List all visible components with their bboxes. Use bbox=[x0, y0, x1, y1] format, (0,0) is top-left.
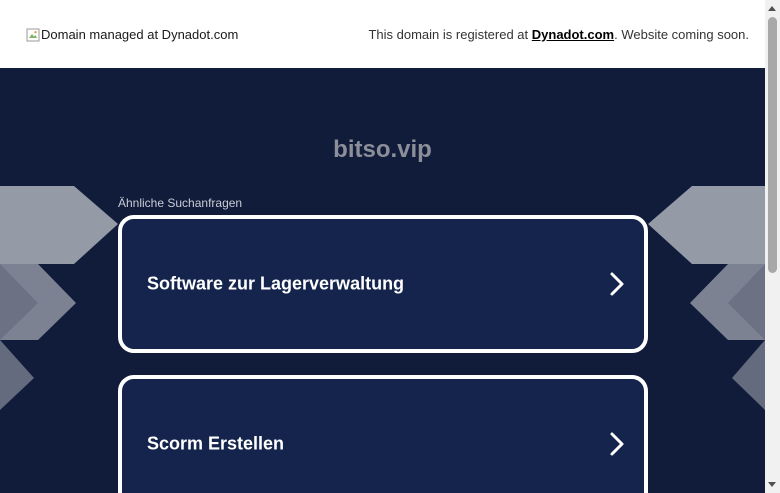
vertical-scrollbar[interactable] bbox=[765, 0, 780, 493]
related-searches-label: Ähnliche Suchanfragen bbox=[118, 196, 243, 210]
search-result-card[interactable]: Software zur Lagerverwaltung bbox=[118, 215, 648, 353]
domain-title: bitso.vip bbox=[333, 136, 432, 163]
scrollbar-thumb[interactable] bbox=[768, 17, 777, 273]
scroll-up-arrow-icon[interactable] bbox=[768, 6, 776, 11]
search-result-label: Scorm Erstellen bbox=[147, 433, 285, 454]
search-result-card[interactable]: Scorm Erstellen bbox=[118, 375, 648, 493]
chevron-right-icon bbox=[610, 432, 624, 456]
chevron-right-icon bbox=[610, 272, 624, 296]
main-panel: bitso.vip Ähnliche Suchanfragen Software… bbox=[0, 68, 765, 493]
dynadot-logo-link[interactable]: Domain managed at Dynadot.com bbox=[26, 27, 238, 42]
scroll-down-arrow-icon[interactable] bbox=[768, 482, 776, 487]
registration-note: This domain is registered at Dynadot.com… bbox=[368, 27, 749, 42]
page: Domain managed at Dynadot.com This domai… bbox=[0, 0, 780, 493]
broken-image-icon bbox=[26, 28, 40, 42]
search-result-label: Software zur Lagerverwaltung bbox=[147, 273, 405, 294]
header: Domain managed at Dynadot.com This domai… bbox=[0, 0, 765, 68]
note-suffix: . Website coming soon. bbox=[614, 27, 749, 42]
dynadot-link[interactable]: Dynadot.com bbox=[532, 27, 614, 42]
logo-alt-text: Domain managed at Dynadot.com bbox=[41, 27, 239, 42]
note-prefix: This domain is registered at bbox=[368, 27, 532, 42]
